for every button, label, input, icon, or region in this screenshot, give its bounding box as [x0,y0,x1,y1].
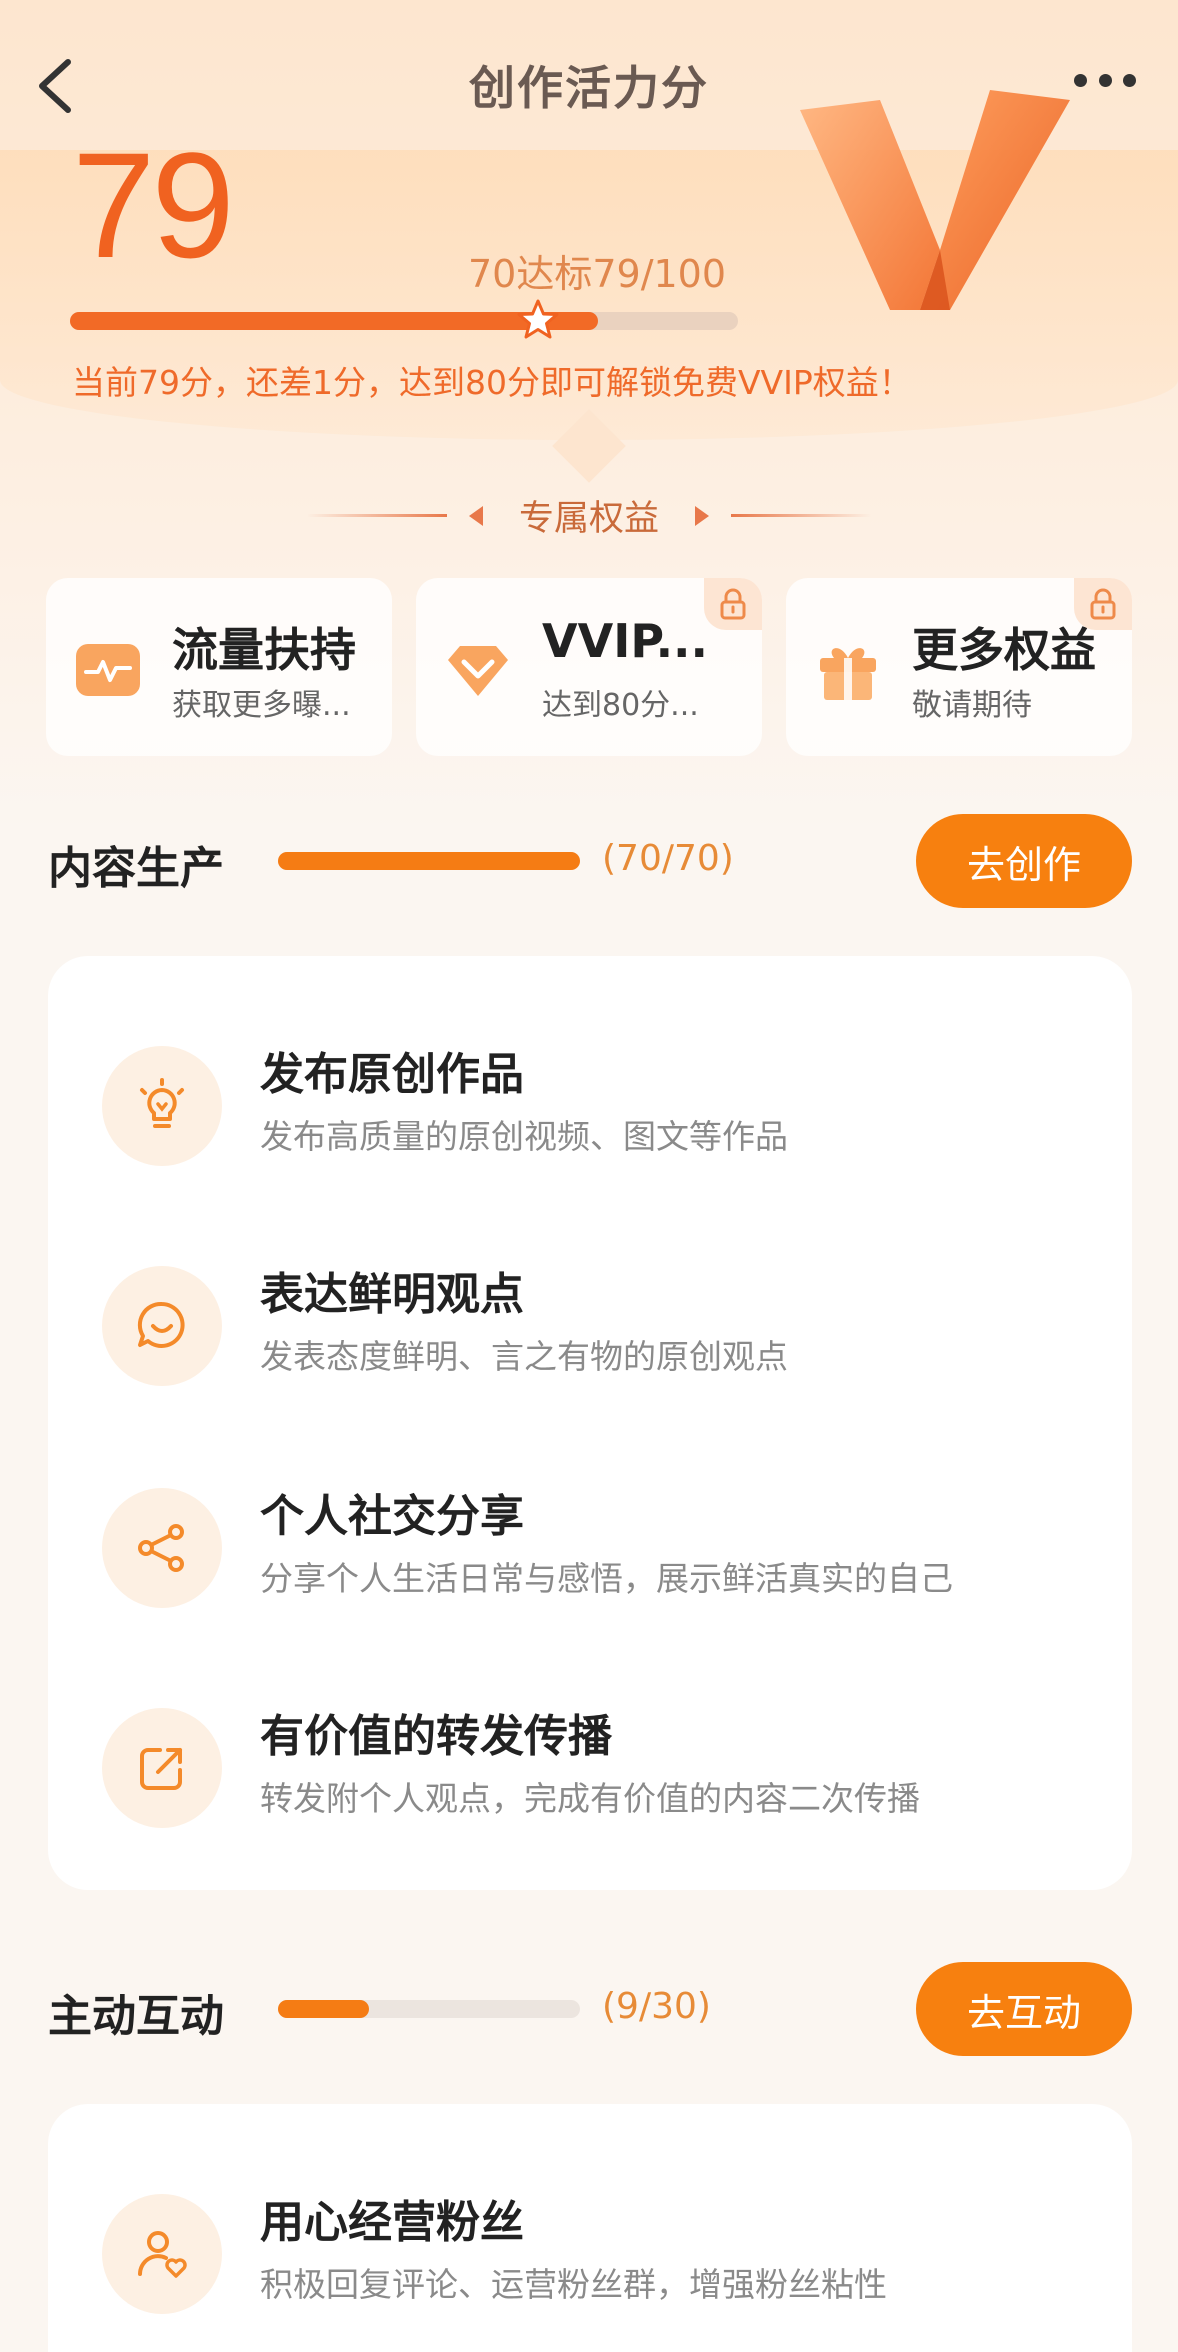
benefit-card-more[interactable]: 更多权益 敬请期待 [786,578,1132,756]
score-progress-bar [70,299,738,339]
task-desc: 分享个人生活日常与感悟，展示鲜活真实的自己 [260,1559,953,1598]
fan-heart-icon [138,2231,187,2278]
benefits-title: 专属权益 [0,490,1178,541]
traffic-pulse-icon [76,644,140,696]
task-desc: 转发附个人观点，完成有价值的内容二次传播 [260,1779,920,1818]
score-target: 70达标79/100 [468,252,727,296]
benefit-name: VVIP... [542,614,709,668]
benefit-desc: 获取更多曝... [172,688,351,723]
section-title-interact: 主动互动 [48,1991,224,2042]
list-item[interactable]: 表达鲜明观点 发表态度鲜明、言之有物的原创观点 [48,1246,1132,1386]
vvip-diamond-icon [448,646,508,696]
list-item[interactable]: 个人社交分享 分享个人生活日常与感悟，展示鲜活真实的自己 [48,1468,1132,1608]
task-name: 用心经营粉丝 [260,2197,524,2248]
lock-badge [704,578,762,630]
lock-icon [1090,588,1116,620]
lightbulb-icon [140,1078,184,1128]
go-interact-button[interactable]: 去互动 [916,1962,1132,2056]
section-count-content: (70/70) [602,838,734,879]
lock-badge [1074,578,1132,630]
gift-icon [820,648,876,700]
section-count-interact: (9/30) [602,1986,711,2027]
list-item[interactable]: 发布原创作品 发布高质量的原创视频、图文等作品 [48,1026,1132,1166]
more-options-icon[interactable] [1074,74,1136,90]
forward-icon [140,1748,182,1790]
benefit-card-traffic[interactable]: 流量扶持 获取更多曝... [46,578,392,756]
star-icon [517,299,559,339]
task-name: 个人社交分享 [260,1491,524,1542]
lock-icon [720,588,746,620]
benefit-name: 流量扶持 [172,623,356,677]
benefit-desc: 敬请期待 [912,688,1032,723]
section-title-content: 内容生产 [48,843,224,894]
page-title: 创作活力分 [469,61,709,115]
benefit-card-vvip[interactable]: VVIP... 达到80分... [416,578,762,756]
task-desc: 积极回复评论、运营粉丝群，增强粉丝粘性 [260,2265,887,2304]
section-progress-interact [278,2000,580,2018]
task-desc: 发表态度鲜明、言之有物的原创观点 [260,1337,788,1376]
share-icon [138,1524,184,1572]
section-progress-content [278,852,580,870]
list-item[interactable]: 有价值的转发传播 转发附个人观点，完成有价值的内容二次传播 [48,1688,1132,1828]
task-desc: 发布高质量的原创视频、图文等作品 [260,1117,788,1156]
task-name: 发布原创作品 [260,1049,524,1100]
section-progress-fill [278,2000,369,2018]
benefit-name: 更多权益 [912,623,1096,677]
task-name: 有价值的转发传播 [260,1711,612,1762]
task-name: 表达鲜明观点 [260,1269,524,1320]
content-task-list: 发布原创作品 发布高质量的原创视频、图文等作品 表达鲜明观点 发表态度鲜明、言之… [48,956,1132,1890]
section-progress-fill [278,852,580,870]
interact-task-list: 用心经营粉丝 积极回复评论、运营粉丝群，增强粉丝粘性 [48,2104,1132,2352]
chat-smile-icon [137,1301,185,1348]
score-tip: 当前79分，还差1分，达到80分即可解锁免费VVIP权益！ [72,363,912,402]
list-item[interactable]: 用心经营粉丝 积极回复评论、运营粉丝群，增强粉丝粘性 [48,2174,1132,2314]
benefits-title-text: 专属权益 [518,499,659,539]
score-value: 79 [72,121,235,289]
go-create-button[interactable]: 去创作 [916,814,1132,908]
benefit-desc: 达到80分... [542,688,699,723]
